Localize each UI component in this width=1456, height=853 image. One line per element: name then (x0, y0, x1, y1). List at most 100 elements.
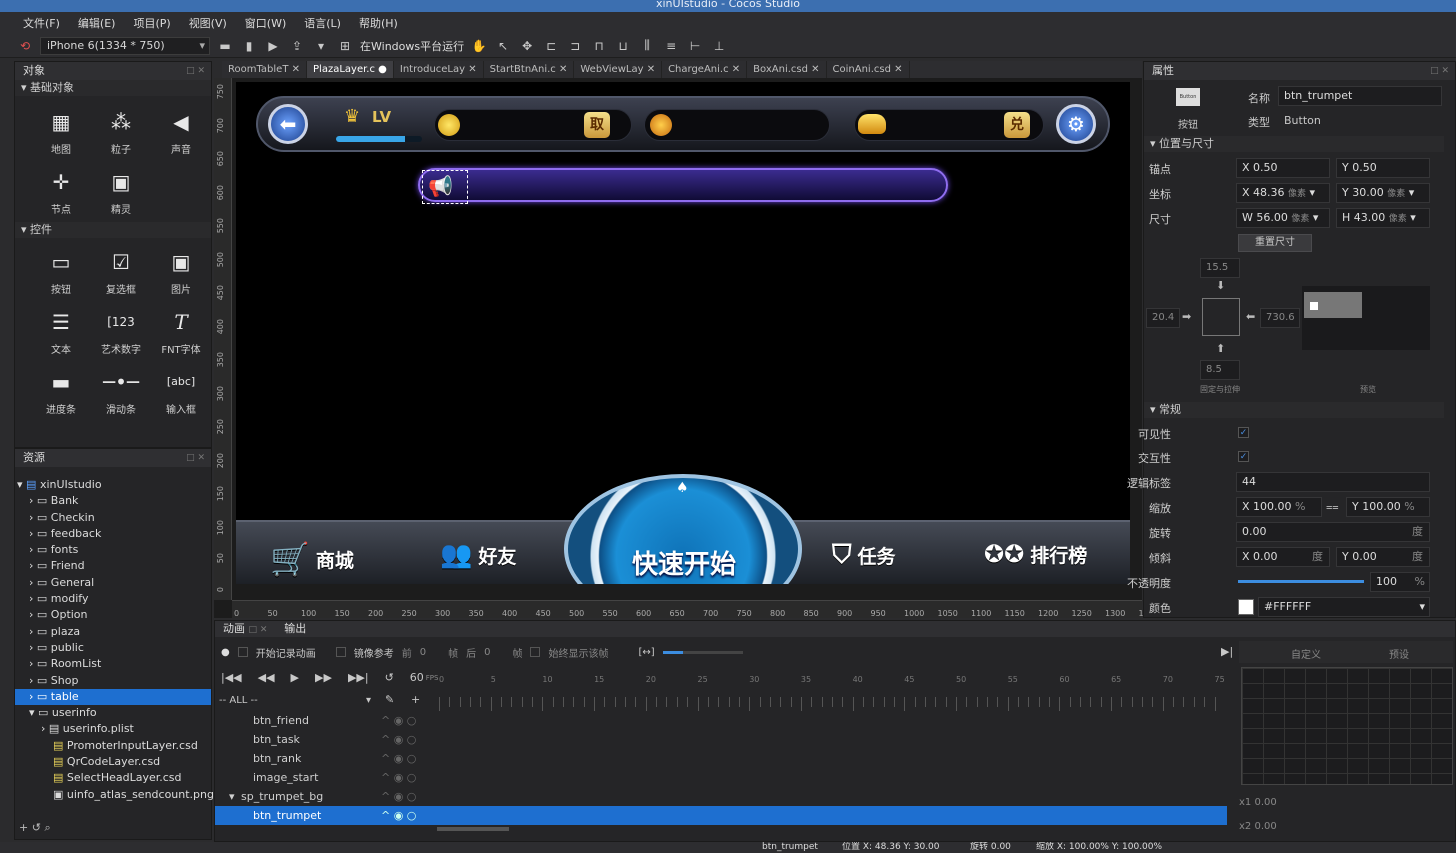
object-map[interactable]: ▦ 地图 (31, 104, 91, 160)
close-icon[interactable]: □ ✕ (186, 62, 205, 80)
take-button[interactable]: 取 (584, 112, 610, 138)
run-windows-button[interactable]: 在Windows平台运行 (360, 38, 464, 54)
publish-icon[interactable]: ⇪ (288, 39, 306, 53)
control-button[interactable]: ▭ 按钮 (31, 244, 91, 300)
always-show-checkbox[interactable] (530, 647, 541, 657)
object-node[interactable]: ✛ 节点 (31, 164, 91, 220)
last-frame-icon[interactable]: ▶▶| (348, 671, 369, 684)
tab-plazalayer[interactable]: PlazaLayer.c ● (307, 61, 394, 78)
object-sound[interactable]: ◀ 声音 (151, 104, 211, 160)
tab-webview[interactable]: WebViewLay ✕ (574, 61, 663, 78)
record-checkbox[interactable] (237, 647, 248, 657)
search-icon[interactable]: ⌕ (44, 821, 50, 834)
tree-folder-option[interactable]: › ▭ Option (15, 607, 211, 623)
control-checkbox[interactable]: ☑ 复选框 (91, 244, 151, 300)
add-layer-icon[interactable]: + (411, 693, 420, 706)
margin-bottom-field[interactable]: 8.5 (1200, 360, 1240, 380)
opacity-slider[interactable] (1238, 580, 1364, 583)
color-swatch[interactable] (1238, 599, 1254, 615)
settings-button[interactable]: ⚙ (1056, 104, 1096, 144)
device-select[interactable]: iPhone 6(1334 * 750) (40, 36, 210, 55)
visible-checkbox[interactable]: ✓ (1238, 427, 1249, 438)
back-button[interactable]: ⬅ (268, 104, 308, 144)
tree-folder-bank[interactable]: › ▭ Bank (15, 493, 211, 509)
tree-folder-plaza[interactable]: › ▭ plaza (15, 624, 211, 640)
selection-box[interactable] (422, 170, 468, 204)
menu-edit[interactable]: 编辑(E) (78, 15, 116, 31)
onion-checkbox[interactable] (335, 647, 346, 657)
control-progress[interactable]: ▬ 进度条 (31, 364, 91, 420)
same-width-icon[interactable]: ⊢ (686, 39, 704, 53)
menu-help[interactable]: 帮助(H) (359, 15, 398, 31)
device-rotate-icon[interactable]: ⟲ (16, 39, 34, 53)
control-fnt[interactable]: T FNT字体 (151, 304, 211, 360)
dropdown-icon[interactable]: ▾ (312, 39, 330, 53)
pin-right-icon[interactable]: ⬅ (1246, 310, 1255, 323)
control-atlas[interactable]: [123 艺术数字 (91, 304, 151, 360)
tree-folder-roomlist[interactable]: › ▭ RoomList (15, 656, 211, 672)
zoom-slider[interactable] (662, 650, 743, 654)
tree-folder-modify[interactable]: › ▭ modify (15, 591, 211, 607)
menu-window[interactable]: 窗口(W) (245, 15, 286, 31)
anchor-y-field[interactable]: Y 0.50 (1336, 158, 1430, 178)
prev-value[interactable]: 0 (420, 647, 426, 658)
pin-bottom-icon[interactable]: ⬆ (1216, 342, 1225, 355)
margin-left-field[interactable]: 20.4 (1146, 308, 1180, 328)
margin-top-field[interactable]: 15.5 (1200, 258, 1240, 278)
layer-visibility-icon[interactable]: ^ ◉ ○ (381, 749, 416, 768)
tree-folder-userinfo[interactable]: ▾ ▭ userinfo (15, 705, 211, 721)
layer-visibility-icon[interactable]: ^ ◉ ○ (381, 768, 416, 787)
menu-project[interactable]: 项目(P) (133, 15, 170, 31)
layer-row[interactable]: btn_task ^ ◉ ○ (215, 730, 429, 749)
move-icon[interactable]: ✥ (518, 39, 536, 53)
skew-y-field[interactable]: Y 0.00 度 (1336, 547, 1430, 567)
tab-preset[interactable]: 预设 (1389, 646, 1409, 661)
tree-folder-public[interactable]: › ▭ public (15, 640, 211, 656)
align-center-icon[interactable]: ⊐ (566, 39, 584, 53)
layer-row[interactable]: btn_friend ^ ◉ ○ (215, 711, 429, 730)
align-left-icon[interactable]: ⊏ (542, 39, 560, 53)
next-frame-icon[interactable]: ▶▶ (315, 671, 332, 684)
layer-row[interactable]: ▾ sp_trumpet_bg ^ ◉ ○ (215, 787, 429, 806)
pin-top-icon[interactable]: ⬇ (1216, 279, 1225, 292)
tree-folder-feedback[interactable]: › ▭ feedback (15, 526, 211, 542)
position-x-field[interactable]: X 48.36 像素 ▾ (1236, 183, 1330, 203)
tab-chargeani[interactable]: ChargeAni.c ✕ (662, 61, 748, 78)
play-icon[interactable]: ▶ (291, 671, 299, 684)
prev-frame-icon[interactable]: ◀◀ (258, 671, 275, 684)
tab-output[interactable]: 输出 (284, 622, 306, 635)
tab-startbtnani[interactable]: StartBtnAni.c ✕ (484, 61, 575, 78)
landscape-icon[interactable]: ▬ (216, 39, 234, 53)
play-right-icon[interactable]: ▶| (1221, 645, 1233, 658)
distribute-v-icon[interactable]: ≡ (662, 39, 680, 53)
close-icon[interactable]: □ ✕ (1430, 62, 1449, 80)
lock-ratio-icon[interactable]: ⩵ (1326, 500, 1339, 514)
fps-field[interactable]: 60 (410, 671, 424, 684)
layer-visibility-icon[interactable]: ^ ◉ ○ (381, 787, 416, 806)
friends-button[interactable]: 👥 好友 (440, 540, 516, 570)
layer-row[interactable]: image_start ^ ◉ ○ (215, 768, 429, 787)
object-particle[interactable]: ⁂ 粒子 (91, 104, 151, 160)
tree-folder-fonts[interactable]: › ▭ fonts (15, 542, 211, 558)
basic-objects-section[interactable]: ▾ 基础对象 (15, 80, 211, 96)
distribute-h-icon[interactable]: ⫼ (638, 38, 656, 53)
loop-icon[interactable]: [↔] (638, 647, 654, 658)
opacity-field[interactable]: 100 % (1370, 572, 1430, 592)
windows-icon[interactable]: ⊞ (336, 39, 354, 53)
layer-row[interactable]: btn_rank ^ ◉ ○ (215, 749, 429, 768)
tree-file-csd[interactable]: ▤ PromoterInputLayer.csd (15, 738, 211, 754)
tree-file-csd[interactable]: ▤ SelectHeadLayer.csd (15, 770, 211, 786)
loop-play-icon[interactable]: ↺ (385, 671, 394, 684)
exchange-button[interactable]: 兑 (1004, 112, 1030, 138)
scale-x-field[interactable]: X 100.00 % (1236, 497, 1322, 517)
portrait-icon[interactable]: ▮ (240, 39, 258, 53)
tree-file-png[interactable]: ▣ uinfo_atlas_sendcount.png (15, 787, 214, 803)
menu-language[interactable]: 语言(L) (304, 15, 341, 31)
control-input[interactable]: [abc] 输入框 (151, 364, 211, 420)
shop-button[interactable]: 🛒 商城 (270, 540, 354, 578)
name-field[interactable]: btn_trumpet (1278, 86, 1442, 106)
rank-button[interactable]: ✪✪ 排行榜 (984, 540, 1087, 568)
position-y-field[interactable]: Y 30.00 像素 ▾ (1336, 183, 1430, 203)
pin-left-icon[interactable]: ➡ (1182, 310, 1191, 323)
size-w-field[interactable]: W 56.00 像素 ▾ (1236, 208, 1330, 228)
